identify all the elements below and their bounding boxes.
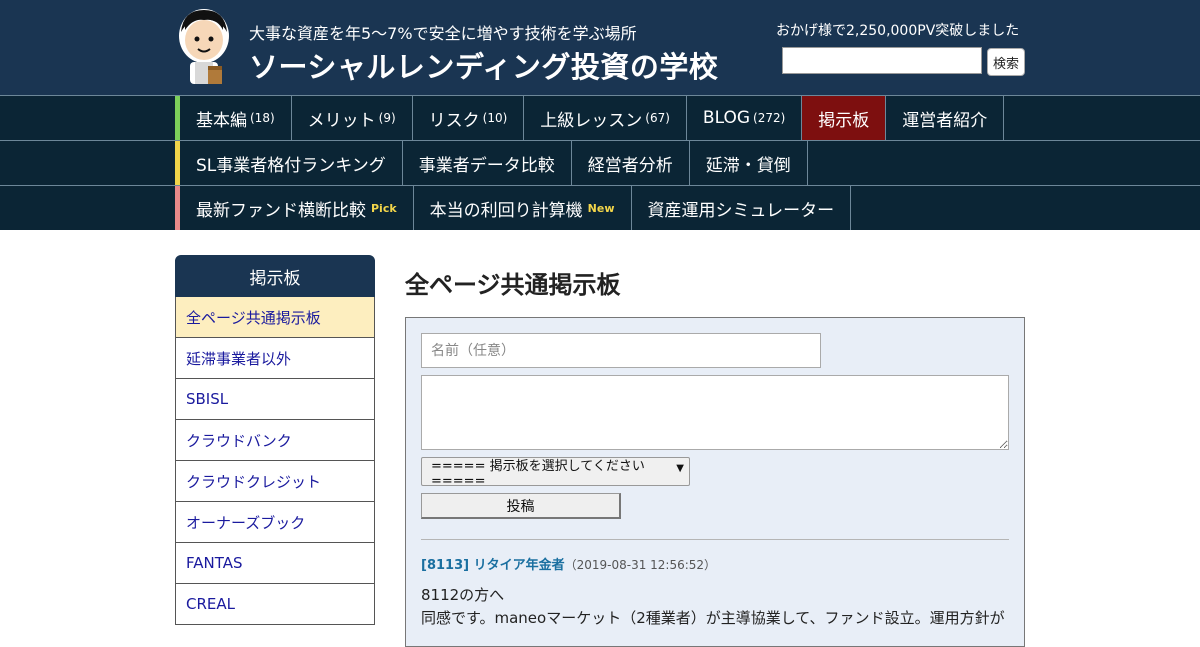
sidebar-item-fantas[interactable]: FANTAS [175, 543, 375, 584]
nav-item-label: 資産運用シミュレーター [647, 200, 835, 221]
mascot-logo-icon[interactable] [175, 6, 233, 88]
nav-item-simulator[interactable]: 資産運用シミュレーター [632, 186, 852, 230]
nav-item-label: 最新ファンド横断比較 [196, 200, 366, 221]
nav-item-data-compare[interactable]: 事業者データ比較 [403, 141, 572, 185]
search-button[interactable]: 検索 [987, 48, 1025, 76]
nav-item-fund-compare[interactable]: 最新ファンド横断比較 Pick [180, 186, 414, 230]
nav-row-2: SL事業者格付ランキング 事業者データ比較 経営者分析 延滞・貸倒 [0, 140, 1200, 185]
sidebar-title: 掲示板 [175, 255, 375, 297]
post-date: （2019-08-31 12:56:52） [564, 558, 717, 572]
nav-item-count: (18) [250, 111, 275, 125]
dropdown-arrow-icon: ▼ [676, 463, 684, 474]
nav-item-merits[interactable]: メリット (9) [292, 96, 413, 140]
post-button[interactable]: 投稿 [421, 493, 621, 519]
nav-item-label: 本当の利回り計算機 [429, 200, 583, 221]
nav-item-defaults[interactable]: 延滞・貸倒 [690, 141, 808, 185]
nav-item-label: 事業者データ比較 [418, 155, 555, 176]
nav-row-3: 最新ファンド横断比較 Pick 本当の利回り計算機 New 資産運用シミュレーター [0, 185, 1200, 230]
nav-item-label: 延滞・貸倒 [705, 155, 791, 176]
main-navigation: 基本編 (18) メリット (9) リスク (10) 上級レッスン (67) BLOG(… [0, 95, 1200, 230]
pick-badge: Pick [371, 201, 397, 215]
nav-item-board[interactable]: 掲示板 [802, 96, 887, 140]
sidebar-item-crowdcredit[interactable]: クラウドクレジット [175, 461, 375, 502]
sidebar-item-sbisl[interactable]: SBISL [175, 379, 375, 420]
nav-item-label: 掲示板 [818, 110, 870, 131]
nav-item-about[interactable]: 運営者紹介 [886, 96, 1005, 140]
nav-item-blog[interactable]: BLOG (272) [687, 96, 803, 140]
nav-item-label: 運営者紹介 [902, 110, 988, 131]
nav-item-label: 経営者分析 [587, 155, 673, 176]
nav-item-advanced[interactable]: 上級レッスン (67) [524, 96, 687, 140]
site-tagline: 大事な資産を年5～7%で安全に増やす技術を学ぶ場所 [249, 24, 637, 43]
sidebar-item-crowdbank[interactable]: クラウドバンク [175, 420, 375, 461]
post-line: 同感です。maneoマーケット（2種業者）が主導協業して、ファンド設立。運用方針… [421, 609, 1005, 627]
nav-row-1: 基本編 (18) メリット (9) リスク (10) 上級レッスン (67) BLOG(… [0, 95, 1200, 140]
sidebar-item-all-pages[interactable]: 全ページ共通掲示板 [175, 297, 375, 338]
nav-item-risks[interactable]: リスク (10) [413, 96, 525, 140]
nav-item-count: (10) [482, 111, 508, 125]
nav-item-label: 基本編 [196, 110, 247, 131]
site-header: 大事な資産を年5～7%で安全に増やす技術を学ぶ場所 ソーシャルレンディング投資の… [0, 0, 1200, 95]
board-select[interactable]: ===== 掲示板を選択してください ===== ▼ [421, 457, 690, 489]
sidebar-item-creal[interactable]: CREAL [175, 584, 375, 625]
divider [421, 539, 1009, 540]
post-line: 8112の方へ [421, 586, 505, 604]
site-title[interactable]: ソーシャルレンディング投資の学校 [249, 44, 718, 86]
nav-item-basics[interactable]: 基本編 (18) [180, 96, 292, 140]
nav-item-count: (67) [645, 111, 670, 125]
post-meta: [8113] リタイア年金者（2019-08-31 12:56:52） [421, 554, 716, 573]
post-body: 8112の方へ 同感です。maneoマーケット（2種業者）が主導協業して、ファン… [421, 584, 1011, 630]
nav-item-label: BLOG [702, 108, 751, 128]
nav-item-label: SL事業者格付ランキング [196, 155, 386, 176]
nav-item-label: メリット [307, 110, 376, 131]
board-form-panel: ===== 掲示板を選択してください ===== ▼ 投稿 [8113] リタイ… [405, 317, 1025, 647]
new-badge: New [587, 201, 615, 215]
search-input[interactable] [782, 47, 982, 74]
nav-item-ranking[interactable]: SL事業者格付ランキング [180, 141, 403, 185]
page-title: 全ページ共通掲示板 [405, 271, 621, 299]
nav-item-yield-calculator[interactable]: 本当の利回り計算機 New [414, 186, 632, 230]
post-author-link[interactable]: [8113] リタイア年金者 [421, 558, 565, 573]
message-textarea[interactable] [421, 375, 1009, 450]
board-sidebar: 掲示板 全ページ共通掲示板 延滞事業者以外 SBISL クラウドバンク クラウド… [175, 255, 375, 625]
nav-item-count: (272) [753, 111, 786, 125]
sidebar-item-non-default[interactable]: 延滞事業者以外 [175, 338, 375, 379]
nav-item-management[interactable]: 経営者分析 [572, 141, 690, 185]
nav-item-label: 上級レッスン [540, 110, 643, 131]
nav-item-count: (9) [378, 111, 396, 125]
board-select-value: ===== 掲示板を選択してください ===== [431, 458, 645, 489]
nav-item-label: リスク [428, 110, 480, 131]
sidebar-item-ownersbook[interactable]: オーナーズブック [175, 502, 375, 543]
pv-counter-text: おかげ様で2,250,000PV突破しました [776, 23, 1020, 39]
name-input[interactable] [421, 333, 821, 368]
